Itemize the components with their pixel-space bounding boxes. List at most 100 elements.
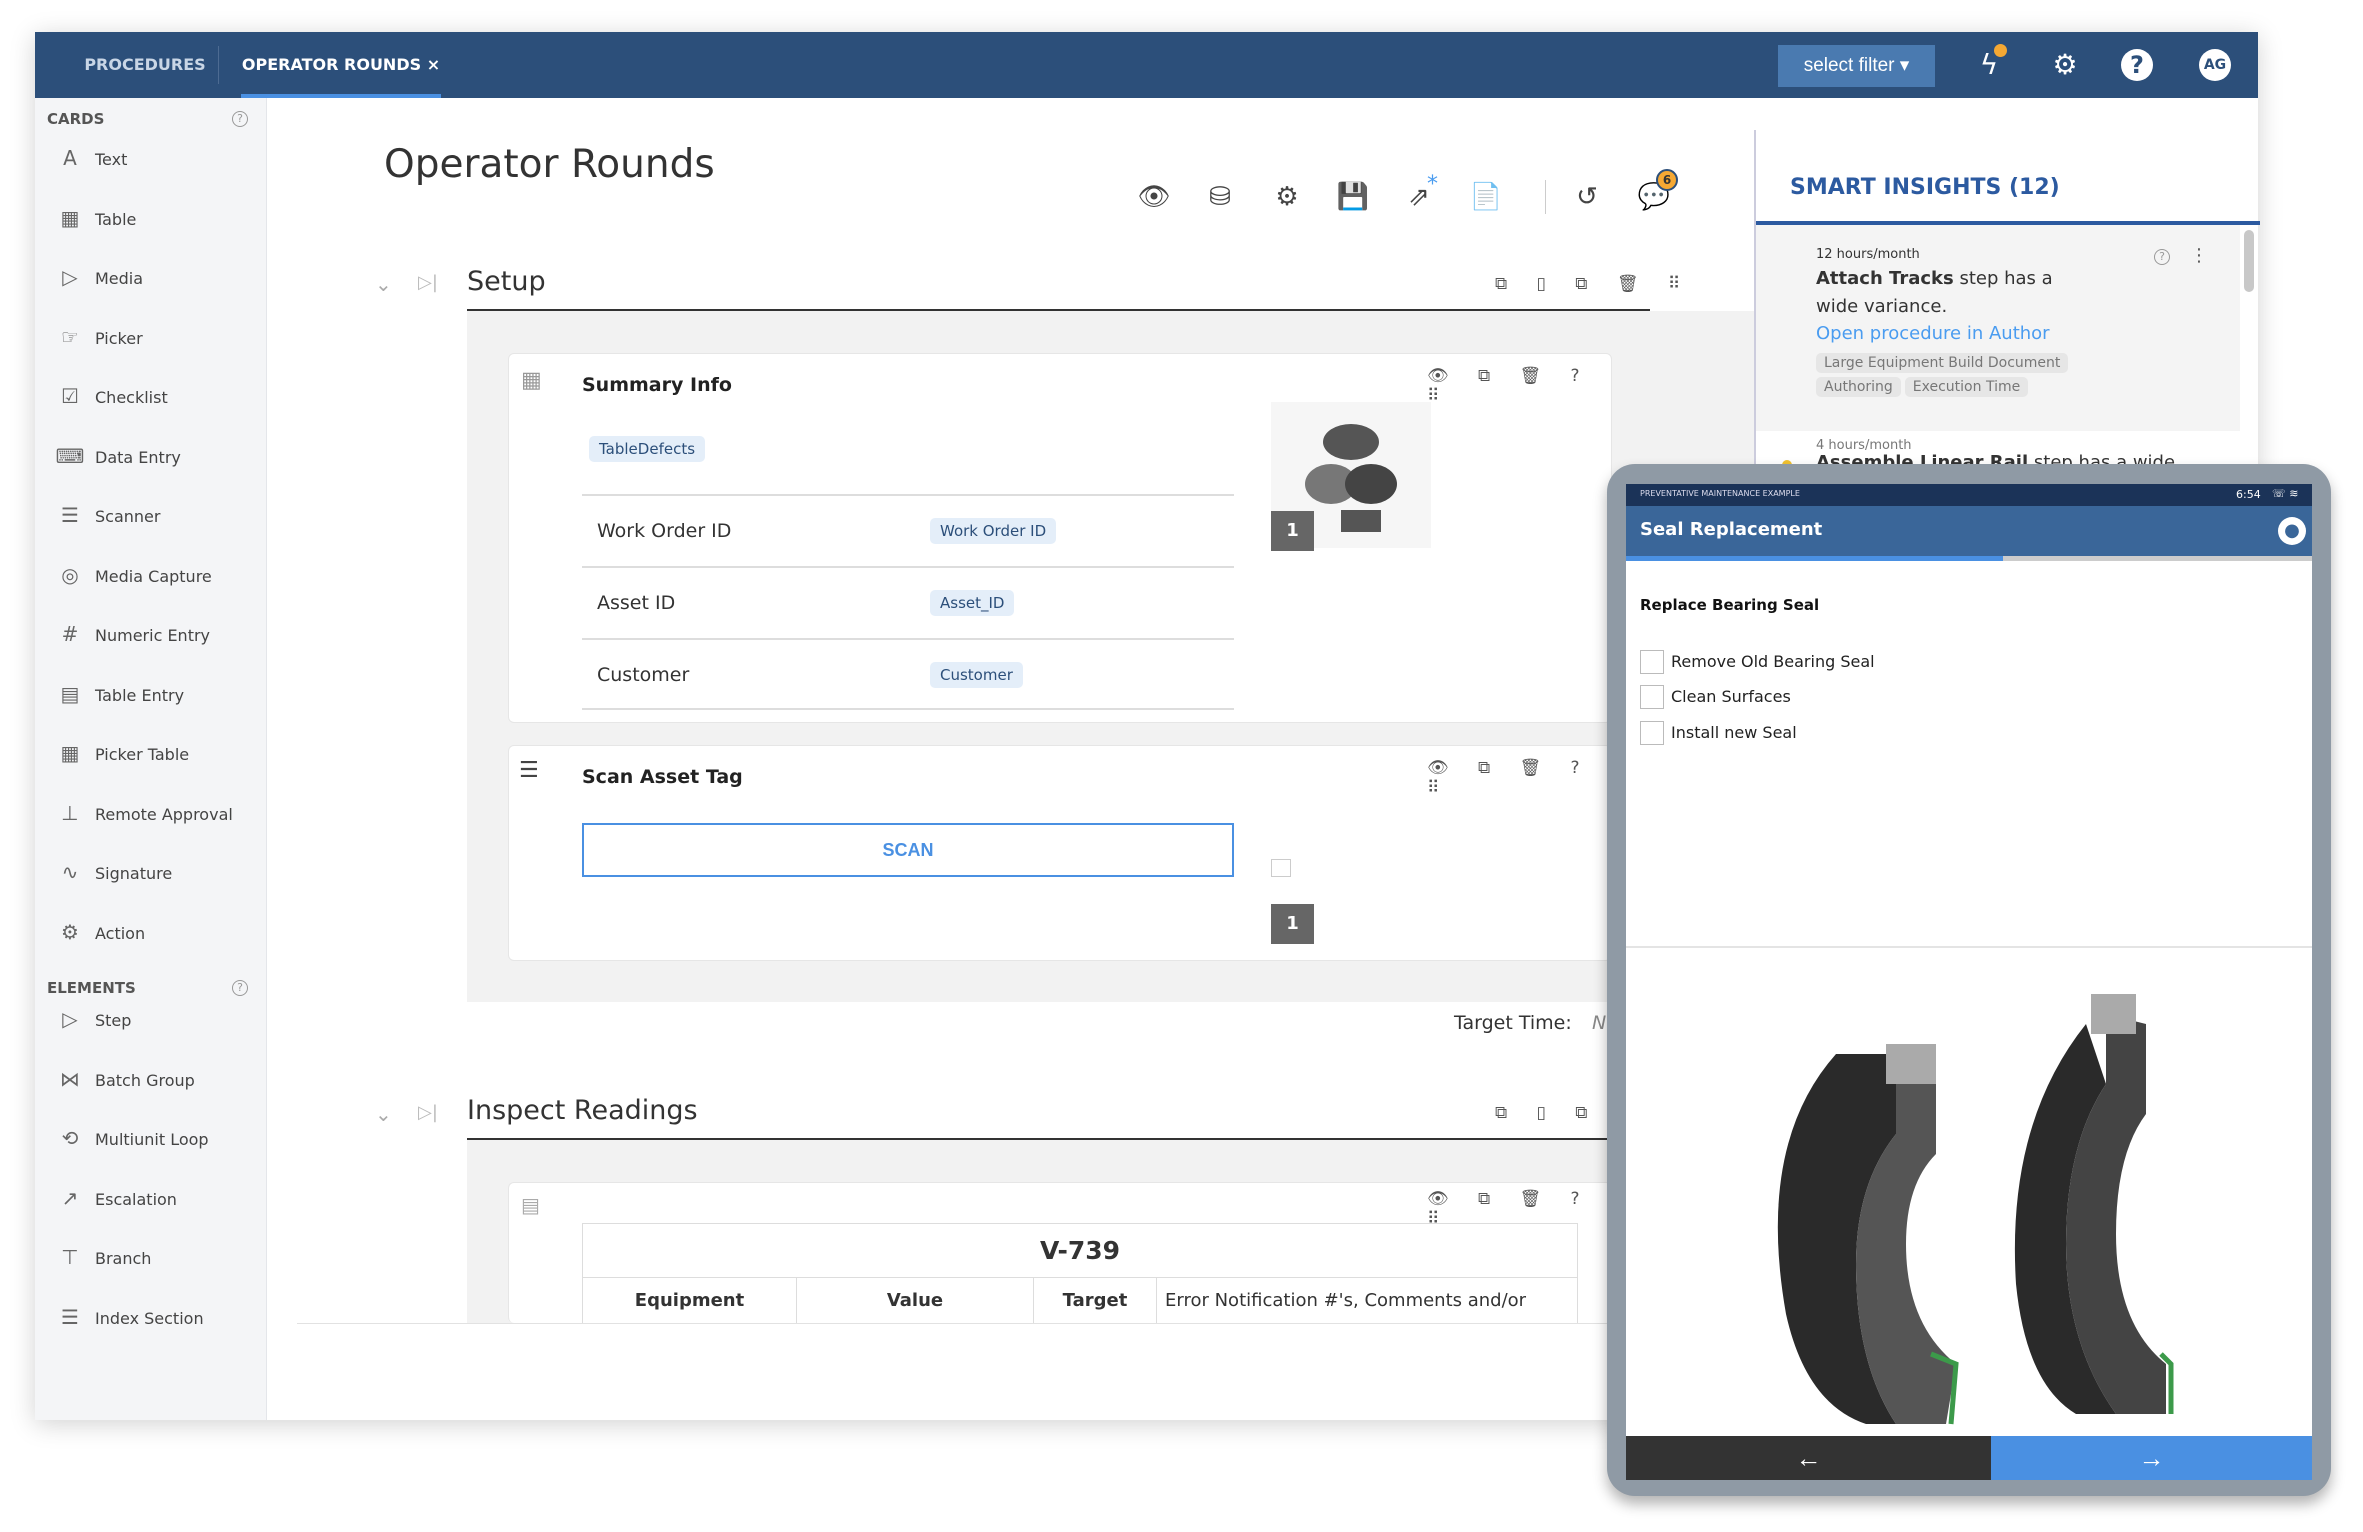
v739-table: V-739 Equipment Value Target Error Notif… bbox=[582, 1223, 1578, 1324]
picker-table-icon: ▦ bbox=[60, 741, 80, 765]
sidebar-item-label: Multiunit Loop bbox=[95, 1130, 209, 1149]
help-icon[interactable]: ? bbox=[2121, 49, 2153, 81]
sidebar-item-signature[interactable]: ∿ Signature bbox=[55, 852, 255, 892]
bolt-icon[interactable]: ϟ bbox=[1970, 44, 2008, 84]
settings-icon[interactable]: ⚙ bbox=[1267, 177, 1307, 217]
help-icon[interactable]: ? bbox=[2154, 249, 2170, 265]
tag: Authoring bbox=[1816, 377, 1901, 397]
step-icon: ▷| bbox=[418, 272, 438, 293]
checkbox[interactable] bbox=[1640, 650, 1664, 674]
avatar[interactable]: AG bbox=[2199, 49, 2231, 81]
pdf-icon[interactable]: 📄 bbox=[1466, 177, 1506, 217]
insight-card[interactable]: 12 hours/month Attach Tracks step has a … bbox=[1756, 225, 2240, 431]
sidebar-item-index-section[interactable]: ☰ Index Section bbox=[55, 1297, 255, 1337]
card-actions[interactable]: 👁 ⧉ 🗑 ? ⠿ bbox=[1427, 758, 1611, 798]
escalation-icon: ↗ bbox=[61, 1185, 79, 1210]
sidebar-item-picker[interactable]: ☞ Picker bbox=[55, 317, 255, 357]
scan-button[interactable]: SCAN bbox=[582, 823, 1234, 877]
insight-meta: 12 hours/month bbox=[1816, 247, 1920, 262]
open-in-author-link[interactable]: Open procedure in Author bbox=[1816, 323, 2050, 344]
sidebar-item-label: Text bbox=[95, 150, 128, 169]
table-chip[interactable]: TableDefects bbox=[589, 436, 706, 462]
sidebar-item-remote-approval[interactable]: ⊥ Remote Approval bbox=[55, 793, 255, 833]
table-icon: ▦ bbox=[60, 205, 80, 230]
loop-icon: ⟲ bbox=[61, 1126, 79, 1150]
sidebar-item-text[interactable]: A Text bbox=[55, 138, 255, 178]
sidebar-item-data-entry[interactable]: ⌨ Data Entry bbox=[55, 436, 255, 476]
sidebar-item-label: Index Section bbox=[95, 1308, 204, 1328]
gear-icon[interactable]: ⚙ bbox=[2046, 46, 2084, 84]
scan-asset-tag-card: ☰ Scan Asset Tag 👁 ⧉ 🗑 ? ⠿ SCAN 1 bbox=[508, 745, 1612, 961]
target-time-value: N bbox=[1592, 1012, 1607, 1034]
sidebar-item-label: Media Capture bbox=[95, 566, 212, 586]
scrollbar[interactable] bbox=[2244, 230, 2254, 292]
sidebar-item-action[interactable]: ⚙ Action bbox=[55, 912, 255, 952]
sidebar-item-batch-group[interactable]: ⋈ Batch Group bbox=[55, 1059, 255, 1099]
eye-icon[interactable]: 👁 bbox=[1134, 177, 1174, 217]
progress-fill bbox=[1626, 556, 2004, 561]
card-actions[interactable]: 👁 ⧉ 🗑 ? ⠿ bbox=[1427, 366, 1611, 406]
sidebar-item-label: Table bbox=[95, 209, 137, 229]
target-time-label: Target Time: bbox=[1454, 1012, 1572, 1034]
card-title: Scan Asset Tag bbox=[582, 766, 743, 788]
checkbox[interactable] bbox=[1640, 685, 1664, 709]
picker-icon: ☞ bbox=[61, 324, 79, 349]
more-options-icon[interactable]: ⋮ bbox=[2190, 245, 2208, 266]
user-icon[interactable]: ● bbox=[2278, 517, 2306, 545]
step-icon: ▷| bbox=[418, 1102, 438, 1123]
previous-button[interactable]: ← bbox=[1626, 1436, 1991, 1480]
row-value-chip[interactable]: Customer bbox=[930, 662, 1023, 688]
save-icon[interactable]: 💾 bbox=[1333, 177, 1373, 217]
divider bbox=[297, 1323, 1757, 1324]
next-button[interactable]: → bbox=[1991, 1436, 2312, 1480]
history-icon[interactable]: ↺ bbox=[1567, 177, 1607, 217]
help-icon[interactable]: ? bbox=[232, 111, 248, 127]
sidebar-item-media[interactable]: ▷ Media bbox=[55, 257, 255, 297]
tag: Execution Time bbox=[1904, 377, 2029, 397]
chevron-down-icon[interactable]: ⌄ bbox=[375, 1102, 392, 1126]
row-value-chip[interactable]: Asset_ID bbox=[930, 590, 1015, 616]
section-actions[interactable]: ⧉ ▯ ⧉ 🗑 ⠿ bbox=[1495, 274, 1692, 294]
bearing-seal-image bbox=[1777, 994, 2174, 1425]
table-entry-card: ▤ 👁 ⧉ 🗑 ? ⠿ V-739 Equipment Value Target… bbox=[508, 1182, 1612, 1324]
checkbox[interactable] bbox=[1640, 721, 1664, 745]
sidebar-item-step[interactable]: ▷ Step bbox=[55, 999, 255, 1039]
help-icon[interactable]: ? bbox=[232, 980, 248, 996]
sidebar-section-elements: ELEMENTS bbox=[47, 979, 136, 997]
sidebar-item-picker-table[interactable]: ▦ Picker Table bbox=[55, 733, 255, 773]
tab-procedures[interactable]: PROCEDURES bbox=[75, 32, 215, 98]
sidebar-item-escalation[interactable]: ↗ Escalation bbox=[55, 1178, 255, 1218]
sidebar-item-label: Action bbox=[95, 923, 146, 943]
select-filter-button[interactable]: select filter ▾ bbox=[1778, 45, 1935, 87]
comments-icon[interactable]: 💬 6 bbox=[1634, 169, 1678, 217]
table-row: Work Order ID Work Order ID bbox=[582, 494, 1234, 566]
sidebar-item-label: Escalation bbox=[95, 1189, 177, 1209]
sidebar-item-branch[interactable]: ⊤ Branch bbox=[55, 1237, 255, 1277]
action-icon: ⚙ bbox=[61, 919, 79, 944]
sidebar: CARDS? A Text ▦ Table ▷ Media ☞ Picker ☑ Checklist… bbox=[35, 98, 267, 1420]
sidebar-item-scanner[interactable]: ☰ Scanner bbox=[55, 495, 255, 535]
database-settings-icon[interactable]: ⛁ bbox=[1200, 177, 1240, 217]
sidebar-item-media-capture[interactable]: ◎ Media Capture bbox=[55, 555, 255, 595]
sidebar-item-multiunit-loop[interactable]: ⟲ Multiunit Loop bbox=[55, 1118, 255, 1158]
procedure-title: Seal Replacement bbox=[1640, 519, 1823, 540]
sidebar-item-numeric-entry[interactable]: # Numeric Entry bbox=[55, 614, 255, 654]
play-icon: ▷ bbox=[62, 265, 78, 289]
column-header: Equipment bbox=[583, 1278, 797, 1324]
status-title: PREVENTATIVE MAINTENANCE EXAMPLE bbox=[1640, 489, 1800, 498]
export-icon[interactable]: ⇗ * bbox=[1399, 172, 1439, 217]
sidebar-item-checklist[interactable]: ☑ Checklist bbox=[55, 376, 255, 416]
chevron-down-icon[interactable]: ⌄ bbox=[375, 272, 392, 296]
table-row: Asset ID Asset_ID bbox=[582, 566, 1234, 638]
image-count-badge: 1 bbox=[1271, 511, 1314, 551]
branch-icon: ⊤ bbox=[61, 1245, 79, 1269]
top-bar: PROCEDURES OPERATOR ROUNDS × select filt… bbox=[35, 32, 2258, 98]
row-value-chip[interactable]: Work Order ID bbox=[930, 518, 1057, 544]
checkbox-label: Install new Seal bbox=[1671, 723, 1797, 742]
section-actions[interactable]: ⧉ ▯ ⧉ bbox=[1495, 1103, 1599, 1123]
sidebar-item-label: Numeric Entry bbox=[95, 626, 211, 645]
sidebar-item-table[interactable]: ▦ Table bbox=[55, 198, 255, 238]
sidebar-item-table-entry[interactable]: ▤ Table Entry bbox=[55, 674, 255, 714]
tab-operator-rounds[interactable]: OPERATOR ROUNDS × bbox=[241, 32, 441, 98]
sidebar-item-label: Picker Table bbox=[95, 745, 190, 764]
